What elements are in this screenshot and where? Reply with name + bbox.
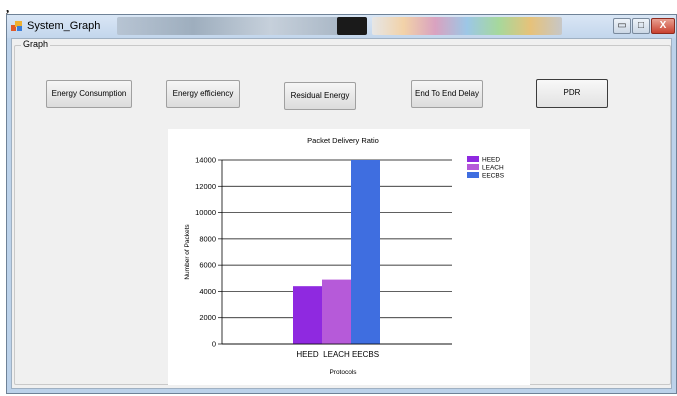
legend-label-eecbs: EECBS [482,173,505,180]
legend-label-heed: HEED [482,157,500,164]
pdr-button[interactable]: PDR [536,79,608,108]
energy-consumption-button[interactable]: Energy Consumption [46,80,132,108]
chart-bars [293,160,380,344]
end-to-end-delay-button[interactable]: End To End Delay [411,80,483,108]
pdr-chart: Packet Delivery Ratio Number of Packets … [168,129,530,385]
app-window: System_Graph ▭ □ X Graph Energy Consumpt… [6,14,677,394]
y-tick-label: 12000 [195,182,216,191]
app-icon [11,21,22,31]
legend-swatch-eecbs [467,172,479,178]
bar-leach [322,279,351,344]
minimize-button[interactable]: ▭ [613,18,631,34]
titlebar-backdrop-palette [372,17,562,35]
maximize-button[interactable]: □ [632,18,650,34]
chart-legend: HEEDLEACHEECBS [467,156,505,180]
x-tick-label-leach: LEACH [323,350,350,359]
y-tick-label: 4000 [199,287,216,296]
y-tick-label: 2000 [199,313,216,322]
y-tick-label: 6000 [199,261,216,270]
close-button[interactable]: X [651,18,675,34]
chart-ylabel: Number of Packets [184,224,191,280]
bar-heed [293,286,322,344]
legend-swatch-heed [467,156,479,162]
residual-energy-button[interactable]: Residual Energy [284,82,356,110]
legend-label-leach: LEACH [482,165,504,172]
groupbox-label: Graph [21,39,51,49]
y-tick-label: 10000 [195,208,216,217]
window-title: System_Graph [27,20,101,32]
energy-efficiency-button[interactable]: Energy efficiency [166,80,240,108]
titlebar-backdrop-dark [337,17,367,35]
graph-groupbox: Graph Energy Consumption Energy efficien… [14,39,671,385]
x-tick-label-heed: HEED [296,350,318,359]
y-tick-label: 14000 [195,156,216,165]
legend-swatch-leach [467,164,479,170]
client-area: Graph Energy Consumption Energy efficien… [11,38,672,389]
x-tick-label-eecbs: EECBS [352,350,379,359]
titlebar-backdrop [117,17,347,35]
chart-svg: Packet Delivery Ratio Number of Packets … [184,136,505,376]
bar-eecbs [351,160,380,344]
chart-xlabel: Protocols [329,369,357,376]
chart-title: Packet Delivery Ratio [307,136,379,145]
y-tick-label: 8000 [199,234,216,243]
y-tick-label: 0 [212,340,216,349]
title-bar[interactable]: System_Graph ▭ □ X [7,15,676,38]
